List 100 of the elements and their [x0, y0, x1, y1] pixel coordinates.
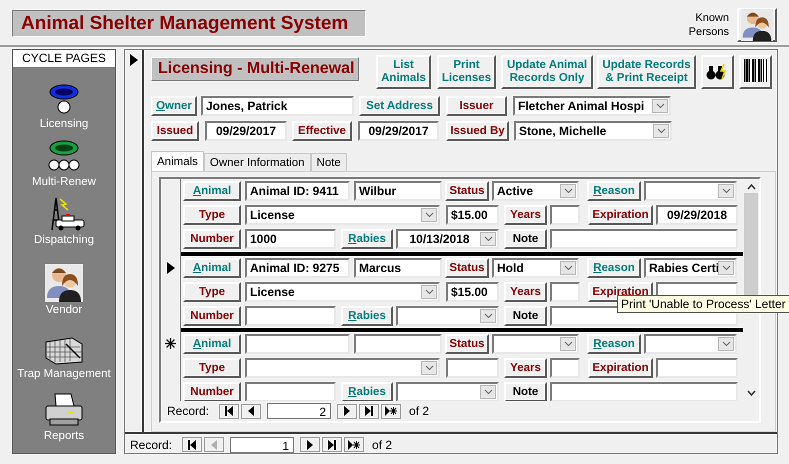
dropdown-caret-icon[interactable] — [424, 365, 434, 371]
dropdown-button[interactable] — [560, 184, 576, 198]
text-field[interactable]: 09/29/2017 — [205, 121, 287, 141]
dropdown-caret-icon[interactable] — [484, 312, 492, 318]
field-label-button[interactable]: Type — [183, 282, 241, 302]
text-field[interactable]: 09/29/2017 — [358, 121, 439, 141]
field-label-button[interactable]: Years — [504, 205, 547, 225]
dropdown-button[interactable] — [560, 260, 576, 274]
field-label-button[interactable]: Expiration — [588, 358, 653, 378]
tab[interactable]: Owner Information — [204, 153, 311, 171]
tab[interactable]: Note — [310, 153, 347, 171]
dropdown-caret-icon[interactable] — [656, 103, 664, 109]
action-button[interactable]: List Animals — [376, 55, 431, 89]
field-label-button[interactable]: Reason — [587, 258, 641, 278]
dropdown-field[interactable]: Stone, Michelle — [514, 121, 672, 141]
next-record-button[interactable] — [300, 437, 320, 452]
action-button[interactable]: Print Licenses — [437, 55, 496, 89]
binoculars-button[interactable] — [701, 55, 734, 89]
dropdown-caret-icon[interactable] — [424, 212, 434, 218]
dropdown-caret-icon[interactable] — [484, 236, 492, 242]
dropdown-button[interactable] — [421, 361, 437, 375]
field-label-button[interactable]: Status — [445, 181, 489, 201]
text-field[interactable]: Animal ID: 9411 — [245, 181, 350, 201]
field-label-button[interactable]: Issued — [151, 121, 199, 141]
text-field[interactable]: $15.00 — [446, 205, 499, 225]
dropdown-caret-icon[interactable] — [424, 288, 434, 294]
dropdown-caret-icon[interactable] — [722, 264, 730, 270]
text-field[interactable]: $15.00 — [446, 282, 499, 302]
field-label-button[interactable]: Expiration — [588, 205, 653, 225]
dropdown-field[interactable]: Active — [492, 181, 579, 201]
dropdown-caret-icon[interactable] — [564, 188, 572, 194]
dropdown-field[interactable]: License — [245, 282, 440, 302]
text-field[interactable]: Jones, Patrick — [201, 96, 354, 116]
sidebar-item[interactable]: Vendor — [46, 304, 82, 316]
field-label-button[interactable]: Animal — [183, 181, 241, 201]
field-label-button[interactable]: Set Address — [359, 96, 440, 116]
text-field[interactable] — [550, 205, 580, 225]
field-label-button[interactable]: Type — [183, 358, 241, 378]
field-label-button[interactable]: Issued By — [446, 121, 509, 141]
text-field[interactable] — [656, 358, 738, 378]
field-label-button[interactable]: Note — [504, 229, 547, 249]
known-persons-button[interactable] — [737, 8, 777, 42]
sidebar-item[interactable]: Trap Management — [17, 368, 111, 380]
field-label-button[interactable]: Rabies — [341, 306, 393, 326]
sidebar-item[interactable]: Licensing — [40, 118, 88, 130]
field-label-button[interactable]: Number — [183, 229, 241, 249]
text-field[interactable] — [245, 306, 336, 326]
text-field[interactable] — [354, 334, 442, 354]
field-label-button[interactable]: Owner — [151, 96, 197, 116]
text-field[interactable] — [550, 282, 580, 302]
dropdown-field[interactable]: Fletcher Animal Hospi — [513, 96, 671, 116]
field-label-button[interactable]: Number — [183, 382, 241, 401]
field-label-button[interactable]: Status — [445, 334, 489, 354]
first-record-button[interactable] — [182, 437, 202, 452]
field-label-button[interactable]: Number — [183, 306, 241, 326]
dropdown-field[interactable]: Rabies Certi — [644, 258, 737, 278]
field-label-button[interactable]: Reason — [587, 181, 641, 201]
dropdown-field[interactable] — [396, 306, 499, 326]
scroll-up-icon[interactable] — [746, 183, 756, 191]
new-record-button[interactable] — [381, 404, 402, 418]
dropdown-button[interactable] — [652, 99, 668, 113]
last-record-button[interactable] — [359, 404, 380, 418]
next-record-button[interactable] — [337, 404, 358, 418]
dropdown-field[interactable]: Hold — [492, 258, 579, 278]
dropdown-button[interactable] — [480, 232, 496, 246]
text-field[interactable]: Animal ID: 9275 — [245, 258, 350, 278]
tab[interactable]: Animals — [151, 151, 204, 171]
text-field[interactable]: Wilbur — [354, 181, 442, 201]
dropdown-button[interactable] — [421, 284, 437, 298]
dropdown-caret-icon[interactable] — [722, 341, 730, 347]
dropdown-field[interactable] — [492, 334, 579, 354]
dropdown-field[interactable] — [644, 181, 737, 201]
text-field[interactable] — [245, 334, 350, 354]
dropdown-caret-icon[interactable] — [484, 389, 492, 395]
field-label-button[interactable]: Rabies — [341, 229, 393, 249]
field-label-button[interactable]: Issuer — [446, 96, 507, 116]
text-field[interactable]: 09/29/2018 — [656, 205, 738, 225]
field-label-button[interactable]: Years — [504, 358, 547, 378]
sidebar-item[interactable]: Dispatching — [34, 234, 94, 246]
field-label-button[interactable]: Type — [183, 205, 241, 225]
dropdown-button[interactable] — [480, 308, 496, 322]
dropdown-field[interactable] — [396, 382, 499, 401]
first-record-button[interactable] — [219, 404, 240, 418]
text-field[interactable] — [245, 382, 336, 401]
dropdown-button[interactable] — [718, 260, 734, 274]
barcode-button[interactable] — [739, 55, 772, 89]
dropdown-button[interactable] — [560, 337, 576, 351]
new-record-button[interactable] — [344, 437, 364, 452]
field-label-button[interactable]: Note — [504, 306, 547, 326]
sidebar-item[interactable]: Multi-Renew — [32, 176, 96, 188]
text-field[interactable] — [550, 358, 580, 378]
field-label-button[interactable]: Note — [504, 382, 547, 401]
action-button[interactable]: Update Records & Print Receipt — [597, 55, 696, 89]
text-field[interactable] — [550, 382, 738, 401]
text-field[interactable]: Marcus — [354, 258, 442, 278]
dropdown-button[interactable] — [480, 385, 496, 399]
dropdown-caret-icon[interactable] — [564, 341, 572, 347]
field-label-button[interactable]: Animal — [183, 258, 241, 278]
dropdown-caret-icon[interactable] — [564, 264, 572, 270]
dropdown-button[interactable] — [718, 337, 734, 351]
